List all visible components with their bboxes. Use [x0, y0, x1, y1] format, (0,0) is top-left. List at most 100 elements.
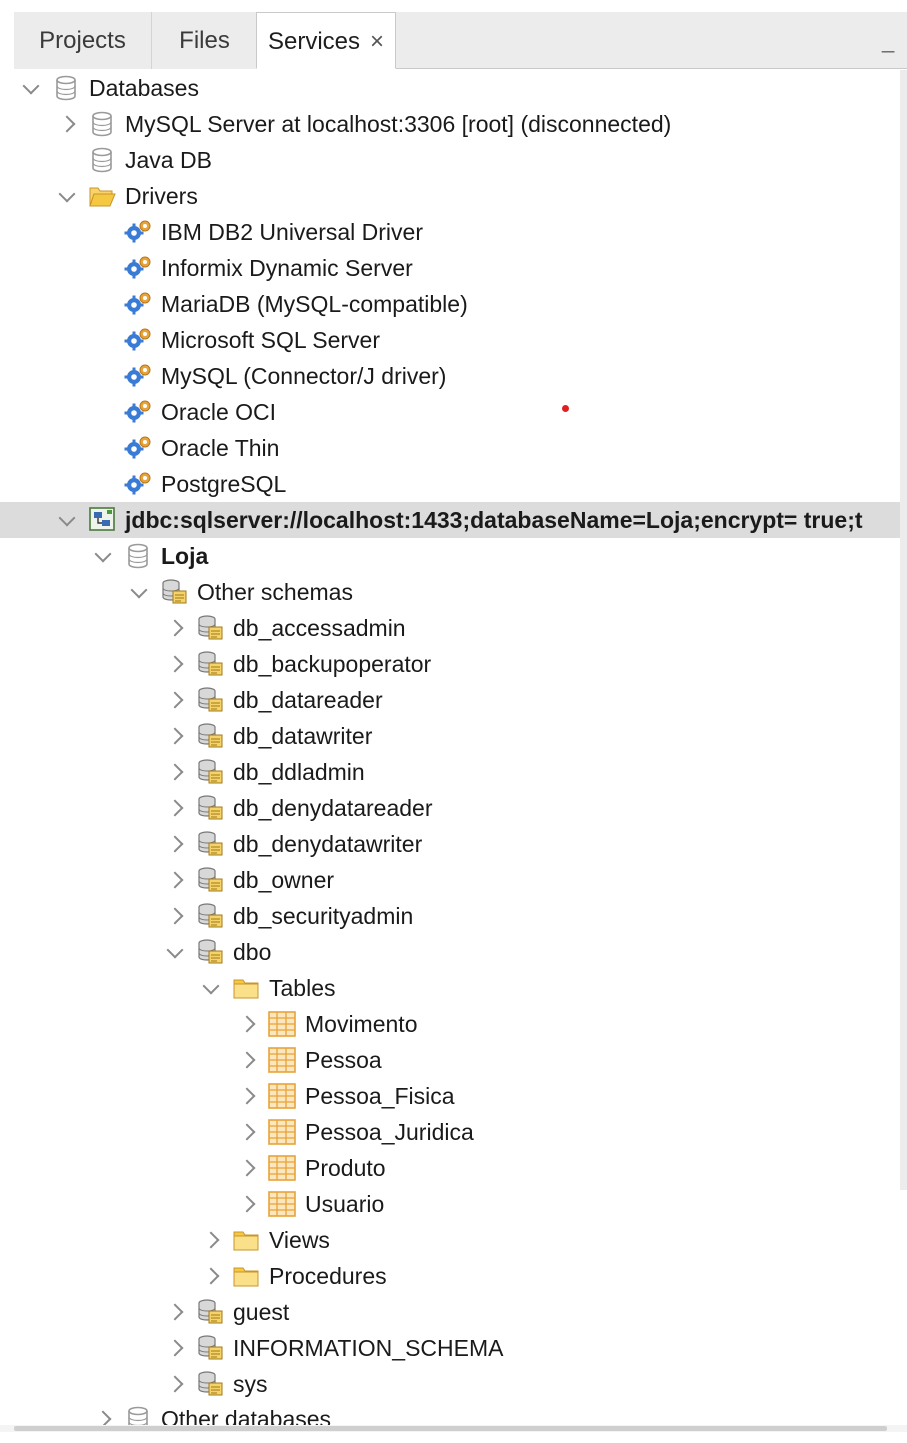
- chevron-right-icon[interactable]: [164, 1294, 186, 1330]
- chevron-right-icon[interactable]: [164, 646, 186, 682]
- tree-node-label: Other schemas: [197, 579, 353, 605]
- tree-node[interactable]: db_securityadmin: [0, 898, 907, 934]
- tree-node[interactable]: db_backupoperator: [0, 646, 907, 682]
- chevron-right-icon[interactable]: [164, 826, 186, 862]
- scrollbar-thumb[interactable]: [14, 1426, 887, 1431]
- chevron-right-icon[interactable]: [200, 1222, 222, 1258]
- tree-node[interactable]: db_ddladmin: [0, 754, 907, 790]
- tree-node[interactable]: Procedures: [0, 1258, 907, 1294]
- tree-node-label: MariaDB (MySQL-compatible): [161, 291, 468, 317]
- tree-node[interactable]: MySQL (Connector/J driver): [0, 358, 907, 394]
- chevron-right-icon[interactable]: [164, 718, 186, 754]
- tree-node[interactable]: Java DB: [0, 142, 907, 178]
- tree-node[interactable]: db_denydatawriter: [0, 826, 907, 862]
- connection-icon: [88, 506, 116, 534]
- chevron-right-icon[interactable]: [164, 610, 186, 646]
- chevron-right-icon[interactable]: [236, 1006, 258, 1042]
- chevron-down-icon[interactable]: [56, 178, 78, 214]
- tree-node-label: Drivers: [125, 183, 198, 209]
- chevron-right-icon[interactable]: [164, 898, 186, 934]
- chevron-right-icon[interactable]: [236, 1186, 258, 1222]
- chevron-down-icon[interactable]: [128, 574, 150, 610]
- chevron-right-icon[interactable]: [200, 1258, 222, 1294]
- tree-node[interactable]: db_datareader: [0, 682, 907, 718]
- schema-icon: [196, 1334, 224, 1362]
- schema-icon: [160, 578, 188, 606]
- tree-node-label: dbo: [233, 939, 272, 965]
- tree-node-label: Loja: [161, 543, 209, 569]
- chevron-right-icon[interactable]: [56, 106, 78, 142]
- tree-node[interactable]: db_accessadmin: [0, 610, 907, 646]
- tree-node[interactable]: Produto: [0, 1150, 907, 1186]
- tab-services[interactable]: Services ×: [256, 12, 396, 69]
- chevron-right-icon[interactable]: [236, 1114, 258, 1150]
- tree-node[interactable]: Oracle Thin: [0, 430, 907, 466]
- database-icon: [52, 74, 80, 102]
- tree-node-label: Pessoa_Juridica: [305, 1119, 474, 1145]
- table-icon: [268, 1082, 296, 1110]
- red-dot-marker: [562, 405, 569, 412]
- chevron-down-icon[interactable]: [200, 970, 222, 1006]
- tree-node[interactable]: db_datawriter: [0, 718, 907, 754]
- driver-gear-icon: [124, 326, 152, 354]
- tree-node-label: INFORMATION_SCHEMA: [233, 1335, 504, 1361]
- tree-node[interactable]: Other schemas: [0, 574, 907, 610]
- tree-node-label: Movimento: [305, 1011, 418, 1037]
- tree-node[interactable]: Views: [0, 1222, 907, 1258]
- chevron-right-icon[interactable]: [164, 1366, 186, 1402]
- tree-node-label: Pessoa: [305, 1047, 382, 1073]
- chevron-right-icon[interactable]: [236, 1042, 258, 1078]
- tree-node[interactable]: guest: [0, 1294, 907, 1330]
- tree-node[interactable]: dbo: [0, 934, 907, 970]
- tree-node[interactable]: INFORMATION_SCHEMA: [0, 1330, 907, 1366]
- tree-node[interactable]: MariaDB (MySQL-compatible): [0, 286, 907, 322]
- tree-node[interactable]: Pessoa: [0, 1042, 907, 1078]
- tree-node-label: Views: [269, 1227, 330, 1253]
- open-folder-icon: [88, 182, 116, 210]
- tree-node[interactable]: Informix Dynamic Server: [0, 250, 907, 286]
- vertical-scrollbar[interactable]: [900, 70, 907, 1190]
- chevron-down-icon[interactable]: [20, 70, 42, 106]
- database-icon: [88, 146, 116, 174]
- tree-node[interactable]: Usuario: [0, 1186, 907, 1222]
- schema-icon: [196, 614, 224, 642]
- tree-node[interactable]: Drivers: [0, 178, 907, 214]
- tree-node-label: Procedures: [269, 1263, 387, 1289]
- close-icon[interactable]: ×: [370, 28, 384, 55]
- driver-gear-icon: [124, 362, 152, 390]
- chevron-right-icon[interactable]: [236, 1150, 258, 1186]
- tree-node[interactable]: PostgreSQL: [0, 466, 907, 502]
- tree-node[interactable]: jdbc:sqlserver://localhost:1433;database…: [0, 502, 907, 538]
- tree-node[interactable]: Oracle OCI: [0, 394, 907, 430]
- tree-node[interactable]: Tables: [0, 970, 907, 1006]
- chevron-right-icon[interactable]: [164, 754, 186, 790]
- chevron-right-icon[interactable]: [236, 1078, 258, 1114]
- chevron-right-icon[interactable]: [164, 1330, 186, 1366]
- tree-node[interactable]: Microsoft SQL Server: [0, 322, 907, 358]
- chevron-down-icon[interactable]: [164, 934, 186, 970]
- tree-node-label: IBM DB2 Universal Driver: [161, 219, 423, 245]
- minimize-button[interactable]: _: [882, 28, 894, 54]
- tree-node[interactable]: db_denydatareader: [0, 790, 907, 826]
- tree-node[interactable]: Movimento: [0, 1006, 907, 1042]
- horizontal-scrollbar[interactable]: [0, 1425, 907, 1432]
- tree-node[interactable]: Loja: [0, 538, 907, 574]
- table-icon: [268, 1046, 296, 1074]
- folder-icon: [232, 974, 260, 1002]
- driver-gear-icon: [124, 218, 152, 246]
- tree-node[interactable]: sys: [0, 1366, 907, 1402]
- tree-node[interactable]: IBM DB2 Universal Driver: [0, 214, 907, 250]
- tree-node-label: jdbc:sqlserver://localhost:1433;database…: [125, 507, 863, 533]
- chevron-down-icon[interactable]: [92, 538, 114, 574]
- chevron-right-icon[interactable]: [164, 790, 186, 826]
- tree-node[interactable]: Pessoa_Fisica: [0, 1078, 907, 1114]
- chevron-right-icon[interactable]: [164, 682, 186, 718]
- chevron-right-icon[interactable]: [164, 862, 186, 898]
- tab-projects[interactable]: Projects: [14, 12, 151, 69]
- chevron-down-icon[interactable]: [56, 502, 78, 538]
- tree-node[interactable]: Databases: [0, 70, 907, 106]
- tree-node[interactable]: MySQL Server at localhost:3306 [root] (d…: [0, 106, 907, 142]
- tab-files[interactable]: Files: [151, 12, 257, 69]
- tree-node[interactable]: Pessoa_Juridica: [0, 1114, 907, 1150]
- tree-node[interactable]: db_owner: [0, 862, 907, 898]
